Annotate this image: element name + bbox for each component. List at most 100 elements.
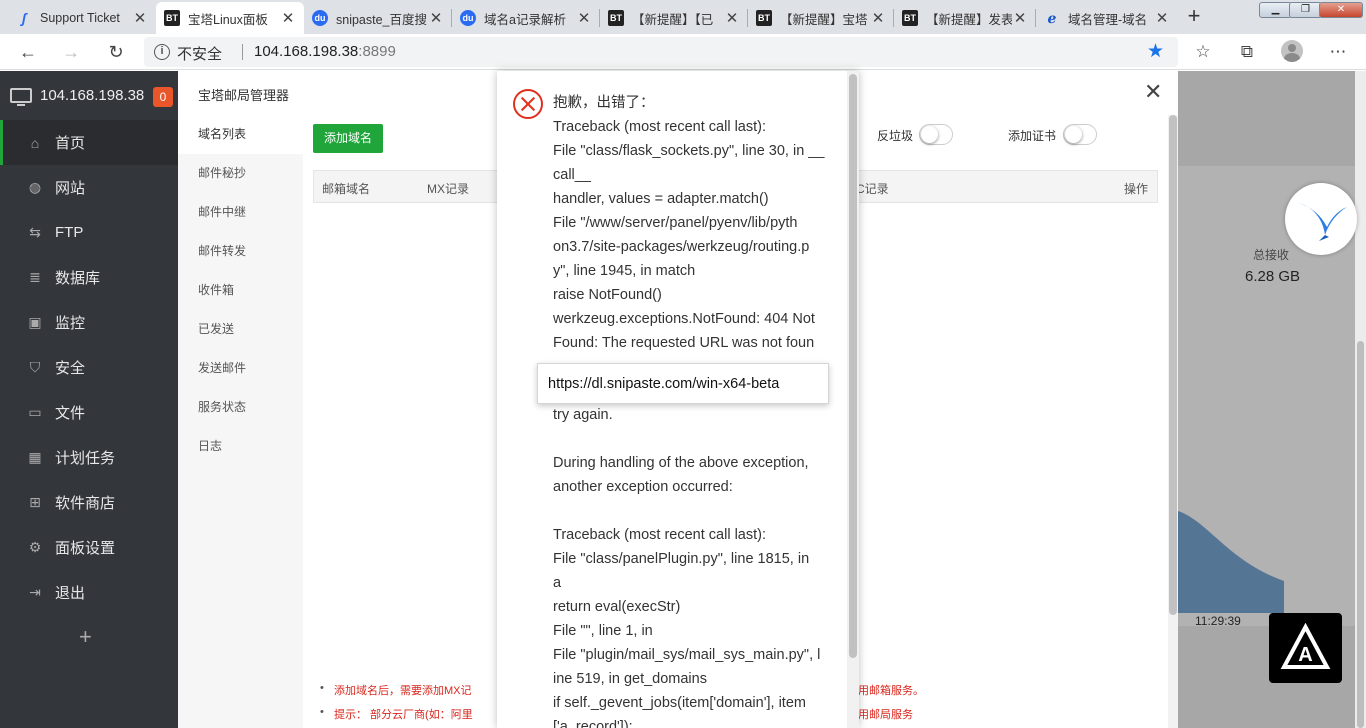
mail-nav-sent[interactable]: 已发送: [178, 310, 303, 349]
logout-icon: ⇥: [29, 584, 41, 600]
mail-nav-compose[interactable]: 发送邮件: [178, 349, 303, 388]
sidebar-item-cron[interactable]: ▦ 计划任务: [0, 435, 178, 480]
dialog-title: 宝塔邮局管理器: [198, 88, 290, 103]
error-line: File "/www/server/panel/pyenv/lib/pyth: [553, 215, 798, 231]
star-icon[interactable]: ★: [1147, 40, 1164, 63]
tab-close-icon[interactable]: ✕: [132, 9, 148, 27]
back-arrow-icon[interactable]: ←: [16, 40, 40, 64]
new-tab-button[interactable]: +: [1182, 3, 1206, 29]
forward-arrow-icon[interactable]: →: [59, 40, 83, 64]
tab-forum-2[interactable]: BT 【新提醒】宝塔 ✕: [748, 2, 894, 34]
minimize-icon[interactable]: ▁: [1259, 2, 1292, 18]
notification-badge[interactable]: 0: [153, 87, 173, 107]
tab-bt-panel[interactable]: BT 宝塔Linux面板 ✕: [156, 2, 304, 34]
window-close-icon[interactable]: ✕: [1319, 2, 1363, 18]
cert-toggle-label: 添加证书: [1008, 129, 1057, 143]
tab-domain-a-record[interactable]: du 域名a记录解析 ✕: [452, 2, 600, 34]
tab-domain-manage[interactable]: ℯ 域名管理-域名 ✕: [1036, 2, 1178, 34]
bt-icon: BT: [608, 10, 624, 26]
tab-close-icon[interactable]: ✕: [1012, 9, 1028, 27]
sidebar-item-ftp[interactable]: ⇆ FTP: [0, 210, 178, 255]
error-line: y", line 1945, in match: [553, 263, 696, 279]
add-icon[interactable]: +: [79, 624, 92, 650]
sidebar-item-settings[interactable]: ⚙ 面板设置: [0, 525, 178, 570]
mail-nav-inbox[interactable]: 收件箱: [178, 271, 303, 310]
collections-icon[interactable]: ⧉: [1235, 41, 1259, 65]
error-line: Traceback (most recent call last):: [553, 527, 766, 543]
svg-text:A: A: [1298, 644, 1312, 666]
tab-forum-3[interactable]: BT 【新提醒】发表 ✕: [894, 2, 1036, 34]
add-domain-button[interactable]: 添加域名: [313, 124, 383, 153]
sidebar-item-monitor[interactable]: ▣ 监控: [0, 300, 178, 345]
home-icon: ⌂: [30, 134, 40, 151]
error-line: call__: [553, 167, 591, 183]
monitor-icon: [10, 88, 32, 106]
tab-support-ticket[interactable]: ʃ Support Ticket ✕: [8, 2, 156, 34]
error-line: ['a_record']):: [553, 719, 633, 728]
error-line: ine 519, in get_domains: [553, 671, 707, 687]
cert-toggle[interactable]: [1063, 124, 1097, 145]
scroll-thumb[interactable]: [849, 74, 857, 658]
maximize-icon[interactable]: ❐: [1289, 2, 1322, 18]
page-scrollbar[interactable]: [1355, 71, 1366, 728]
mail-nav-forward[interactable]: 邮件转发: [178, 232, 303, 271]
note-cloud-tail: 用邮局服务: [858, 709, 913, 721]
server-address: 104.168.198.38: [10, 87, 144, 106]
tab-close-icon[interactable]: ✕: [1154, 9, 1170, 27]
calendar-icon: ▦: [28, 449, 42, 465]
error-scrollbar[interactable]: [847, 71, 859, 728]
url-text[interactable]: 104.168.198.38:8899: [254, 43, 396, 60]
tab-close-icon[interactable]: ✕: [280, 9, 296, 27]
mail-nav-status[interactable]: 服务状态: [178, 388, 303, 427]
sidebar-item-logout[interactable]: ⇥ 退出: [0, 570, 178, 615]
tab-close-icon[interactable]: ✕: [428, 9, 444, 27]
text-tool-icon[interactable]: A: [1269, 613, 1342, 683]
baidu-paw-icon: du: [312, 10, 328, 26]
baidu-paw-icon: du: [460, 10, 476, 26]
monitor-icon: ▣: [28, 314, 42, 330]
sidebar-item-home[interactable]: ⌂ 首页: [0, 120, 178, 165]
favorites-list-icon[interactable]: ☆: [1191, 41, 1215, 65]
scroll-thumb[interactable]: [1357, 341, 1364, 728]
mail-scrollbar[interactable]: [1168, 115, 1178, 728]
tab-close-icon[interactable]: ✕: [724, 9, 740, 27]
settings-icon: ⚙: [28, 539, 42, 555]
error-line: 抱歉，出错了：: [553, 95, 655, 111]
error-line: File "class/flask_sockets.py", line 30, …: [553, 143, 825, 159]
mail-nav-log[interactable]: 日志: [178, 427, 303, 466]
ie-icon: ℯ: [1047, 9, 1057, 26]
tab-close-icon[interactable]: ✕: [576, 9, 592, 27]
error-line: [553, 499, 829, 523]
ftp-icon: ⇆: [29, 224, 41, 240]
tab-snipaste-baidu[interactable]: du snipaste_百度搜 ✕: [304, 2, 452, 34]
mail-nav-domains[interactable]: 域名列表: [178, 115, 303, 154]
more-menu-icon[interactable]: ⋯: [1326, 41, 1350, 65]
error-line: on3.7/site-packages/werkzeug/routing.p: [553, 239, 810, 255]
info-icon[interactable]: i: [154, 44, 170, 60]
sidebar-item-security[interactable]: ⛉ 安全: [0, 345, 178, 390]
sidebar-item-store[interactable]: ⊞ 软件商店: [0, 480, 178, 525]
scroll-thumb[interactable]: [1169, 115, 1177, 615]
shield-icon: ⛉: [29, 359, 41, 375]
security-status[interactable]: 不安全: [177, 43, 222, 64]
reload-icon[interactable]: ↻: [104, 40, 128, 64]
close-icon[interactable]: ✕: [1144, 79, 1162, 105]
error-line: File "class/panelPlugin.py", line 1815, …: [553, 551, 810, 567]
profile-avatar[interactable]: [1281, 40, 1303, 62]
spam-toggle[interactable]: [919, 124, 953, 145]
error-line: Found: The requested URL was not foun: [553, 335, 815, 351]
error-line: werkzeug.exceptions.NotFound: 404 Not: [553, 311, 815, 327]
snipaste-bird-icon[interactable]: [1285, 183, 1357, 255]
address-bar[interactable]: i 不安全 104.168.198.38:8899 ★: [144, 37, 1178, 67]
sidebar-item-sites[interactable]: ◍ 网站: [0, 165, 178, 210]
mail-nav-bcc[interactable]: 邮件秘抄: [178, 154, 303, 193]
sidebar-item-database[interactable]: ≣ 数据库: [0, 255, 178, 300]
error-line: raise NotFound(): [553, 287, 662, 303]
tab-forum-1[interactable]: BT 【新提醒】【已 ✕: [600, 2, 748, 34]
error-line: if self._gevent_jobs(item['domain'], ite…: [553, 695, 806, 711]
bt-icon: BT: [164, 10, 180, 26]
mail-nav-relay[interactable]: 邮件中继: [178, 193, 303, 232]
sidebar-item-files[interactable]: ▭ 文件: [0, 390, 178, 435]
tab-close-icon[interactable]: ✕: [870, 9, 886, 27]
database-icon: ≣: [29, 269, 41, 285]
